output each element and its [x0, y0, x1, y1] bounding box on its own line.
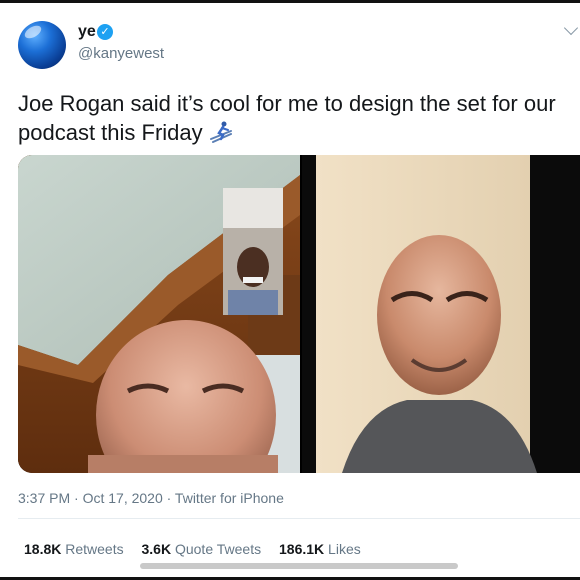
portrait-scene	[302, 155, 580, 473]
author-avatar[interactable]	[18, 21, 66, 69]
tweet-timestamp[interactable]: 3:37 PM · Oct 17, 2020 · Twitter for iPh…	[18, 490, 284, 506]
quote-tweets-label: Quote Tweets	[174, 541, 262, 557]
skier-emoji	[209, 121, 232, 143]
video-call-image[interactable]	[18, 155, 300, 473]
likes-count: 186.1K	[279, 541, 325, 557]
verified-badge-icon: ✓	[97, 24, 113, 40]
retweets-label: Retweets	[65, 541, 124, 557]
author-handle[interactable]: @kanyewest	[78, 45, 164, 62]
tweet-stats: 18.8K Retweets 3.6K Quote Tweets 186.1K …	[24, 541, 375, 557]
tweet-card: ye ✓ @kanyewest Joe Rogan said it’s cool…	[0, 0, 580, 580]
divider	[18, 518, 580, 519]
retweets-stat[interactable]: 18.8K Retweets	[24, 541, 124, 557]
author-display-name[interactable]: ye	[78, 23, 96, 41]
chevron-down-icon[interactable]	[563, 20, 579, 36]
video-call-scene	[18, 155, 300, 473]
tweet-text: Joe Rogan said it’s cool for me to desig…	[18, 89, 578, 147]
likes-stat[interactable]: 186.1K Likes	[279, 541, 361, 557]
quote-tweets-count: 3.6K	[141, 541, 172, 557]
scroll-indicator[interactable]	[140, 563, 458, 569]
portrait-image[interactable]	[302, 155, 580, 473]
likes-label: Likes	[328, 541, 361, 557]
tweet-body: Joe Rogan said it’s cool for me to desig…	[18, 91, 556, 145]
tweet-media[interactable]	[18, 155, 580, 473]
quote-tweets-stat[interactable]: 3.6K Quote Tweets	[142, 541, 262, 557]
retweets-count: 18.8K	[24, 541, 62, 557]
